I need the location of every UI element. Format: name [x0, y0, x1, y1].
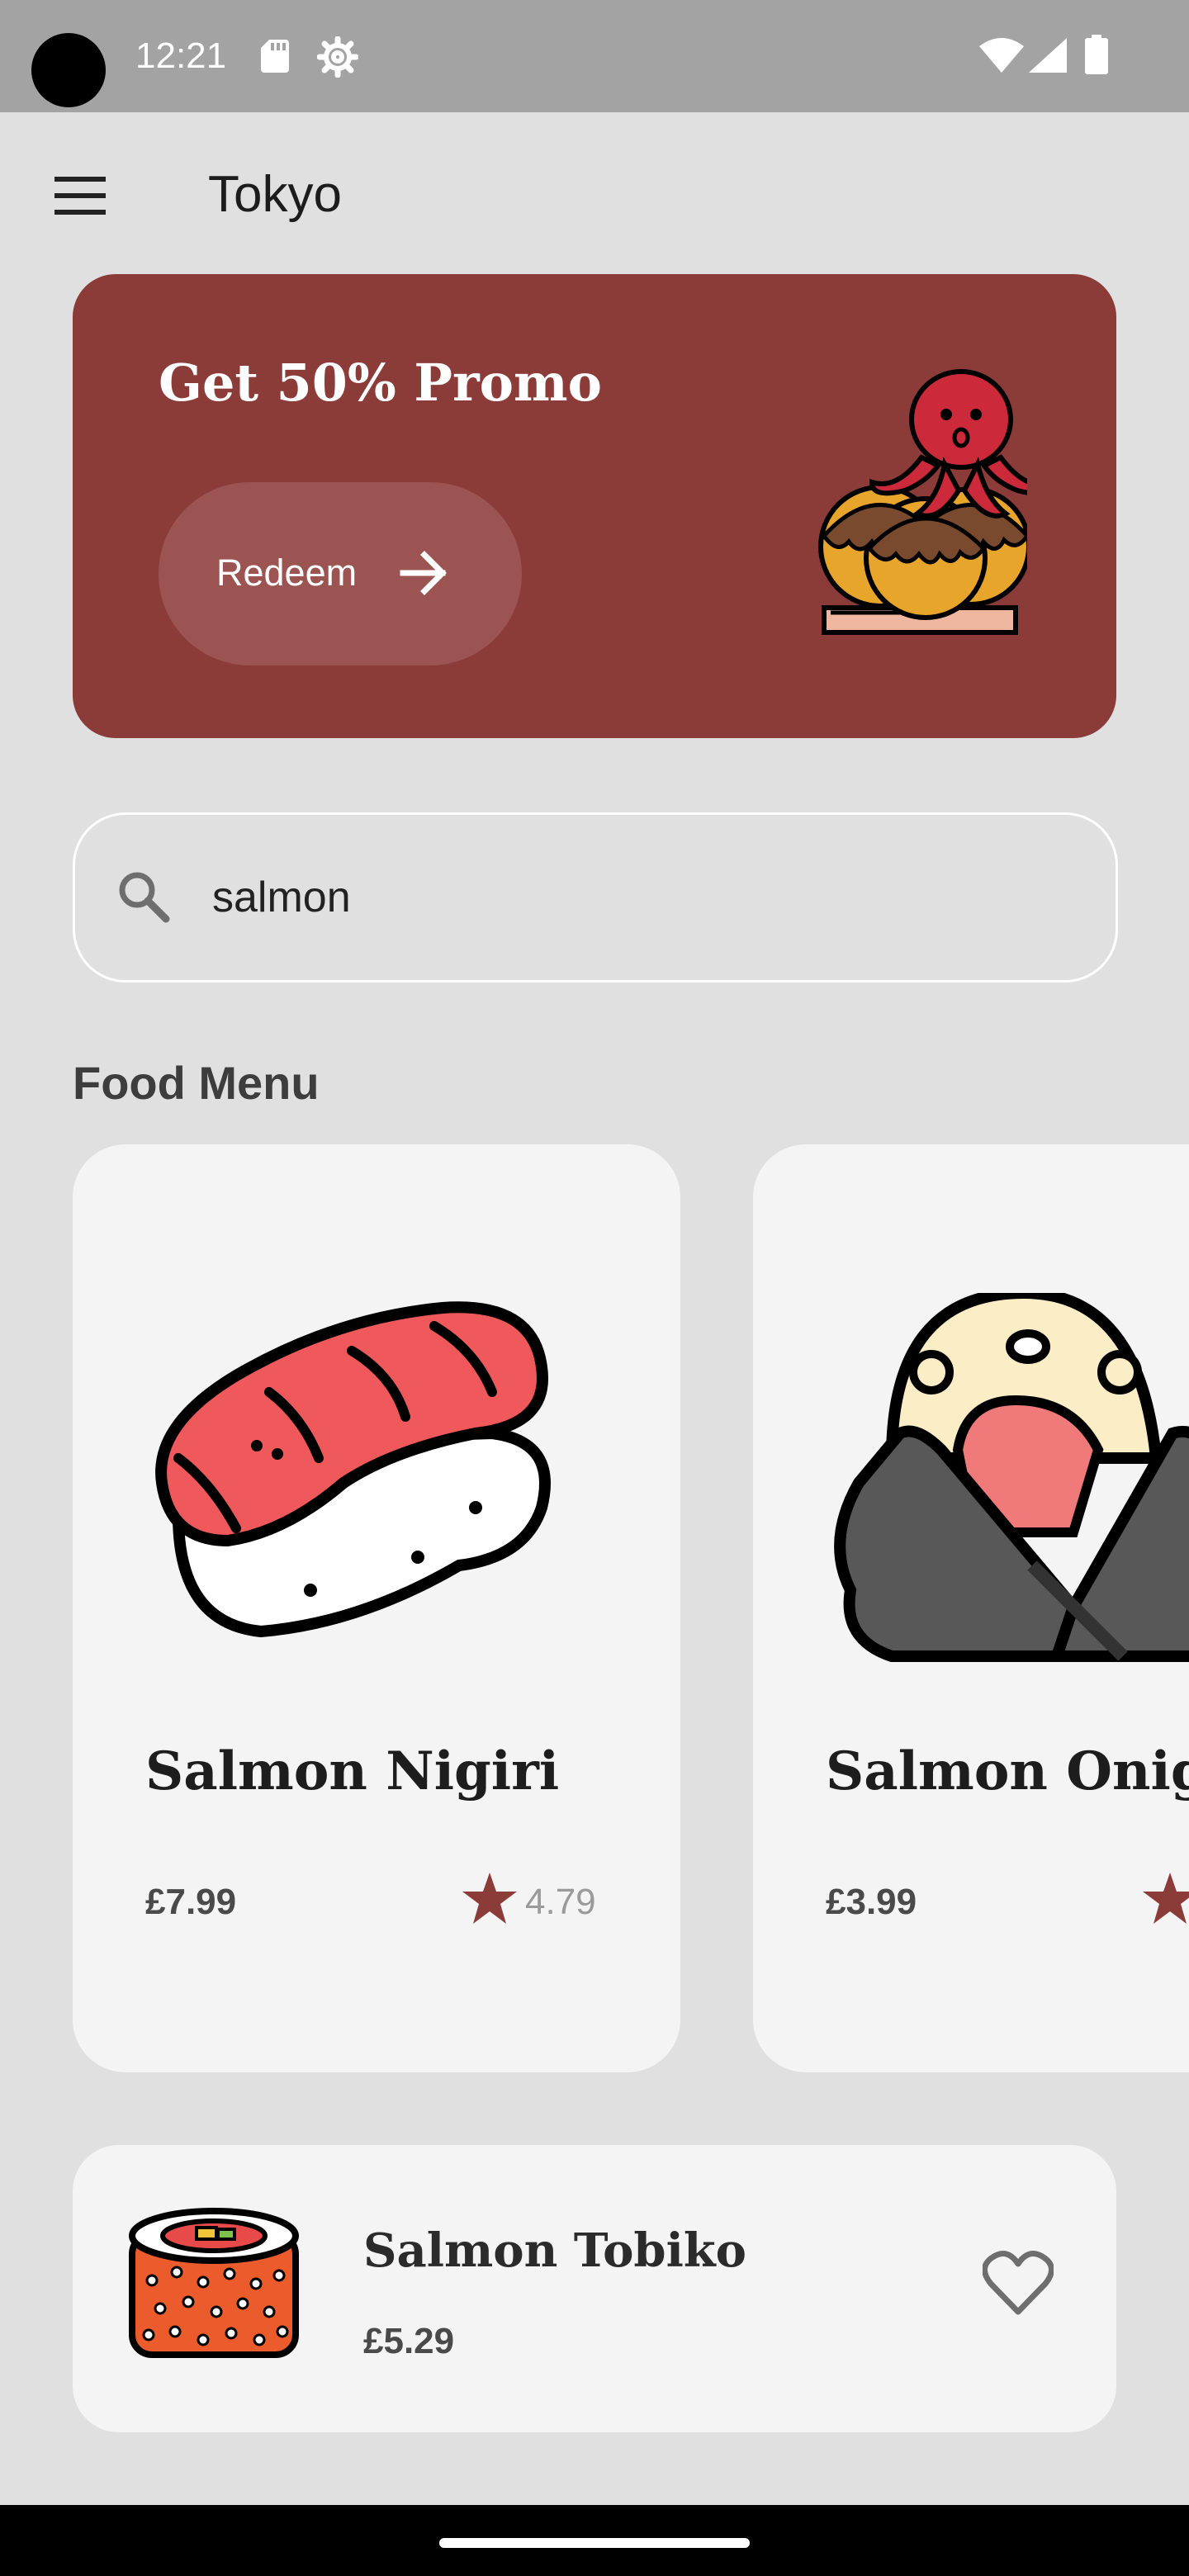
list-item-price: £5.29 — [363, 2321, 455, 2361]
food-card[interactable]: Salmon Nigiri £7.99 4.79 — [73, 1144, 680, 2072]
wifi-icon — [979, 38, 1024, 73]
home-gesture-handle[interactable] — [439, 2538, 750, 2548]
promo-banner: Get 50% Promo Redeem — [73, 274, 1116, 738]
rating-value: 4.79 — [525, 1882, 596, 1922]
star-icon — [462, 1873, 517, 1924]
menu-icon[interactable] — [51, 173, 111, 218]
navigation-bar — [0, 2505, 1189, 2576]
salmon-nigiri-image — [155, 1301, 551, 1638]
food-card[interactable]: Salmon Onigiri £3.99 — [753, 1144, 1189, 2072]
heart-icon[interactable] — [983, 2251, 1054, 2317]
food-price: £7.99 — [145, 1882, 237, 1922]
takoyaki-illustration — [818, 369, 1027, 635]
battery-icon — [1085, 35, 1108, 74]
search-box[interactable] — [73, 812, 1118, 983]
promo-title: Get 50% Promo — [159, 353, 602, 413]
salmon-tobiko-image — [129, 2208, 299, 2358]
redeem-label: Redeem — [216, 552, 358, 594]
food-price: £3.99 — [826, 1882, 917, 1922]
sd-card-icon — [261, 40, 289, 73]
food-name: Salmon Onigiri — [826, 1740, 1189, 1802]
status-time: 12:21 — [135, 36, 227, 76]
camera-cutout — [31, 33, 106, 107]
section-title: Food Menu — [73, 1057, 320, 1109]
page-title: Tokyo — [208, 166, 342, 223]
redeem-button[interactable]: Redeem — [159, 482, 522, 665]
star-icon — [1143, 1873, 1189, 1924]
status-bar: 12:21 — [0, 0, 1189, 112]
salmon-onigiri-image — [834, 1293, 1189, 1662]
gear-icon — [317, 36, 358, 78]
list-item[interactable]: Salmon Tobiko £5.29 — [73, 2145, 1116, 2432]
search-input[interactable] — [212, 864, 1038, 930]
list-item-name: Salmon Tobiko — [363, 2223, 746, 2278]
search-icon — [119, 872, 170, 923]
signal-icon — [1029, 38, 1067, 73]
arrow-right-icon — [400, 551, 447, 595]
food-name: Salmon Nigiri — [145, 1740, 560, 1802]
food-menu-carousel[interactable]: Salmon Nigiri £7.99 4.79 Salmon Onigiri … — [0, 1144, 1189, 2074]
